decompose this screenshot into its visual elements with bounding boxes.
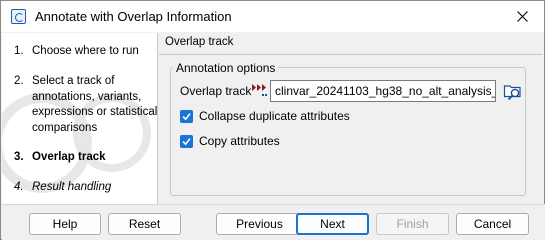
collapse-duplicates-checkbox[interactable]: Collapse duplicate attributes [180, 108, 350, 124]
checkmark-icon [182, 112, 191, 120]
next-button[interactable]: Next [296, 213, 369, 235]
track-icon [252, 84, 267, 96]
overlap-track-label: Overlap track [180, 84, 252, 98]
window-title: Annotate with Overlap Information [35, 9, 232, 24]
finish-button: Finish [376, 213, 449, 235]
app-logo-icon [11, 9, 26, 24]
checkbox-label: Collapse duplicate attributes [199, 109, 350, 123]
step-number: 1. [14, 45, 24, 57]
reset-button[interactable]: Reset [108, 213, 181, 235]
help-button[interactable]: Help [29, 213, 101, 235]
step-label: Overlap track [32, 151, 106, 163]
close-button[interactable] [500, 1, 544, 32]
checkbox-box[interactable] [180, 134, 193, 148]
step-label: Choose where to run [32, 45, 139, 57]
step-number: 4. [14, 181, 24, 193]
cancel-button[interactable]: Cancel [456, 213, 529, 235]
checkmark-icon [182, 137, 191, 145]
browse-folder-icon[interactable] [503, 81, 523, 101]
content-panel: Overlap track Annotation options Overlap… [159, 33, 544, 204]
copy-attributes-checkbox[interactable]: Copy attributes [180, 133, 280, 149]
overlap-track-field[interactable] [270, 80, 496, 102]
wizard-steps-panel: 1. Choose where to run 2. Select a track… [2, 33, 158, 204]
step-number: 2. [14, 75, 24, 87]
button-bar: Help Reset Previous Next Finish Cancel [2, 204, 545, 240]
step-label: Result handling [32, 181, 112, 193]
checkbox-label: Copy attributes [199, 134, 280, 148]
previous-button[interactable]: Previous [216, 213, 303, 235]
title-bar: Annotate with Overlap Information [1, 1, 544, 32]
checkbox-box[interactable] [180, 109, 193, 123]
close-icon [516, 11, 528, 22]
step-number: 3. [14, 151, 24, 163]
divider [159, 54, 543, 55]
section-title: Overlap track [165, 36, 234, 48]
step-label: Select a track of annotations, variants,… [32, 75, 158, 134]
group-title: Annotation options [173, 61, 279, 75]
dialog-window: Annotate with Overlap Information 1. Cho… [0, 0, 545, 240]
